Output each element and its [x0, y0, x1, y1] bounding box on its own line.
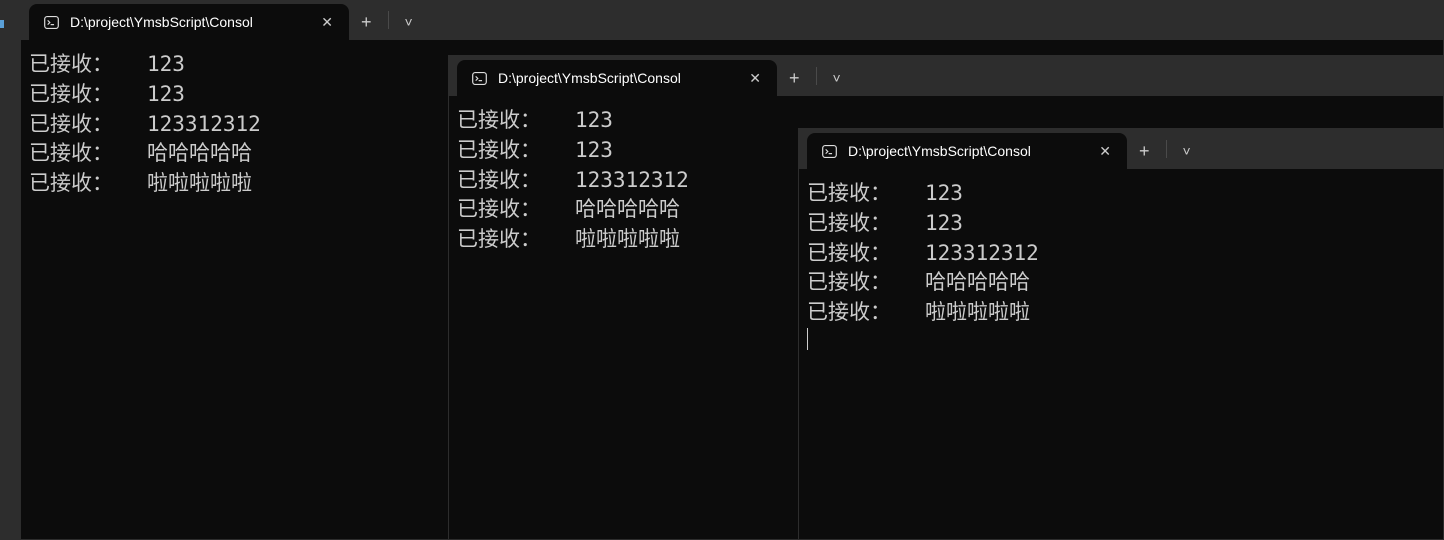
tab-dropdown-button[interactable]: ˅ — [821, 60, 853, 96]
tab-bar: D:\project\YmsbScript\Consol ✕ + ˅ — [799, 129, 1443, 169]
tab-bar: D:\project\YmsbScript\Consol ✕ + ˅ — [21, 0, 1443, 40]
console-line: 已接收：哈哈哈哈哈 — [807, 268, 1435, 298]
separator — [816, 67, 817, 85]
line-label: 已接收： — [29, 50, 147, 80]
chevron-down-icon: ˅ — [833, 70, 841, 86]
line-label: 已接收： — [807, 239, 925, 269]
console-line — [807, 328, 1435, 350]
line-value: 啦啦啦啦啦 — [925, 298, 1030, 328]
console-line: 已接收：啦啦啦啦啦 — [807, 298, 1435, 328]
tab-title: D:\project\YmsbScript\Consol — [70, 14, 307, 30]
tab-active[interactable]: D:\project\YmsbScript\Consol ✕ — [807, 133, 1127, 169]
plus-icon: + — [789, 68, 800, 89]
line-value: 123 — [147, 50, 185, 80]
line-value: 哈哈哈哈哈 — [147, 139, 252, 169]
separator — [1166, 140, 1167, 158]
close-icon[interactable]: ✕ — [743, 66, 767, 91]
terminal-window-2: D:\project\YmsbScript\Consol✕+˅已接收：123已接… — [798, 128, 1444, 540]
line-value: 啦啦啦啦啦 — [147, 169, 252, 199]
console-line: 已接收：123 — [807, 179, 1435, 209]
line-value: 123312312 — [925, 239, 1039, 269]
line-label: 已接收： — [29, 139, 147, 169]
line-value: 123 — [147, 80, 185, 110]
line-value: 123312312 — [575, 166, 689, 196]
line-label: 已接收： — [807, 179, 925, 209]
line-value: 123 — [925, 179, 963, 209]
tab-title: D:\project\YmsbScript\Consol — [848, 143, 1085, 159]
new-tab-button[interactable]: + — [349, 4, 384, 40]
line-label: 已接收： — [807, 209, 925, 239]
chevron-down-icon: ˅ — [1183, 143, 1191, 159]
line-label: 已接收： — [29, 80, 147, 110]
line-value: 哈哈哈哈哈 — [925, 268, 1030, 298]
line-value: 123312312 — [147, 110, 261, 140]
new-tab-button[interactable]: + — [777, 60, 812, 96]
tab-active[interactable]: D:\project\YmsbScript\Consol ✕ — [29, 4, 349, 40]
line-value: 123 — [925, 209, 963, 239]
line-label: 已接收： — [457, 195, 575, 225]
text-cursor — [807, 328, 808, 350]
editor-left-strip — [0, 0, 20, 540]
close-icon[interactable]: ✕ — [1093, 139, 1117, 164]
separator — [388, 11, 389, 29]
plus-icon: + — [361, 12, 372, 33]
line-label: 已接收： — [457, 166, 575, 196]
close-icon[interactable]: ✕ — [315, 10, 339, 35]
line-label: 已接收： — [457, 136, 575, 166]
line-value: 123 — [575, 136, 613, 166]
plus-icon: + — [1139, 141, 1150, 162]
line-label: 已接收： — [457, 106, 575, 136]
line-label: 已接收： — [457, 225, 575, 255]
console-line: 已接收：123312312 — [807, 239, 1435, 269]
tab-title: D:\project\YmsbScript\Consol — [498, 70, 735, 86]
line-label: 已接收： — [29, 169, 147, 199]
cmd-icon — [821, 143, 838, 160]
tab-dropdown-button[interactable]: ˅ — [393, 4, 425, 40]
cmd-icon — [43, 14, 60, 31]
new-tab-button[interactable]: + — [1127, 133, 1162, 169]
line-value: 123 — [575, 106, 613, 136]
console-output: 已接收：123已接收：123已接收：123312312已接收：哈哈哈哈哈已接收：… — [799, 169, 1443, 360]
line-label: 已接收： — [807, 298, 925, 328]
line-value: 哈哈哈哈哈 — [575, 195, 680, 225]
chevron-down-icon: ˅ — [405, 14, 413, 30]
tab-active[interactable]: D:\project\YmsbScript\Consol ✕ — [457, 60, 777, 96]
line-value: 啦啦啦啦啦 — [575, 225, 680, 255]
line-label: 已接收： — [29, 110, 147, 140]
cmd-icon — [471, 70, 488, 87]
line-label: 已接收： — [807, 268, 925, 298]
tab-dropdown-button[interactable]: ˅ — [1171, 133, 1203, 169]
console-line: 已接收：123 — [807, 209, 1435, 239]
tab-bar: D:\project\YmsbScript\Consol ✕ + ˅ — [449, 56, 1443, 96]
